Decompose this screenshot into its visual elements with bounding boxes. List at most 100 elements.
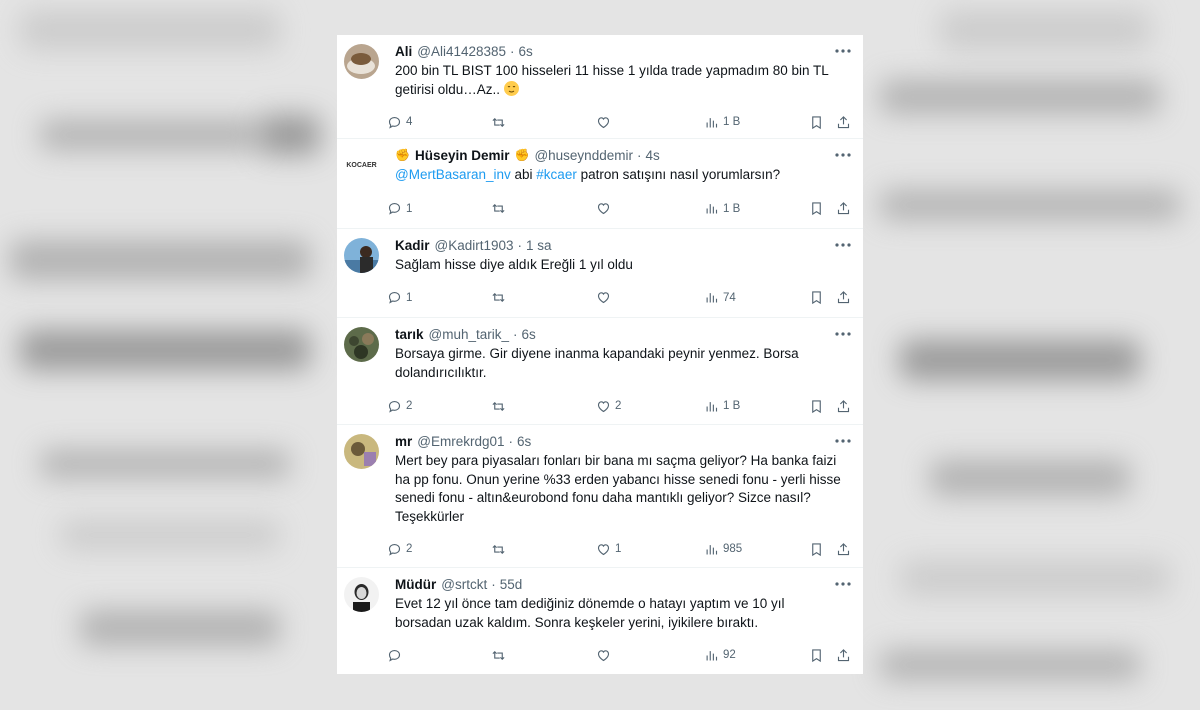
share-icon bbox=[837, 399, 850, 412]
like-button[interactable] bbox=[596, 290, 611, 305]
tweet-header: ✊ Hüseyin Demir ✊ @huseynddemir · 4s bbox=[395, 147, 849, 164]
action-bar: 1 74 bbox=[388, 287, 851, 309]
share-button[interactable] bbox=[836, 542, 851, 557]
user-handle[interactable]: @srtckt bbox=[441, 576, 487, 593]
tweet[interactable]: mr @Emrekrdg01 · 6s Mert bey para piyasa… bbox=[337, 425, 863, 568]
bookmark-icon bbox=[812, 202, 821, 216]
share-button[interactable] bbox=[836, 648, 851, 663]
display-name[interactable]: mr bbox=[395, 433, 412, 450]
views-icon bbox=[706, 544, 718, 554]
display-name[interactable]: Ali bbox=[395, 43, 412, 60]
more-icon[interactable] bbox=[835, 433, 851, 449]
user-handle[interactable]: @Emrekrdg01 bbox=[417, 433, 504, 450]
user-handle[interactable]: @Ali41428385 bbox=[417, 43, 506, 60]
share-button[interactable] bbox=[836, 115, 851, 130]
reply-button[interactable]: 2 bbox=[387, 542, 412, 557]
tweet-header: mr @Emrekrdg01 · 6s bbox=[395, 433, 849, 450]
retweet-icon bbox=[492, 203, 505, 214]
avatar[interactable] bbox=[344, 577, 379, 612]
more-icon[interactable] bbox=[835, 43, 851, 59]
tweet-header: tarık @muh_tarik_ · 6s bbox=[395, 326, 849, 343]
action-bar: 2 1 985 bbox=[388, 538, 851, 560]
retweet-button[interactable] bbox=[491, 648, 506, 663]
views-button[interactable]: 1 B bbox=[704, 115, 740, 130]
reply-button[interactable] bbox=[387, 648, 402, 663]
hashtag-link[interactable]: #kcaer bbox=[536, 167, 577, 182]
user-handle[interactable]: @Kadirt1903 bbox=[435, 237, 514, 254]
bookmark-button[interactable] bbox=[809, 201, 824, 216]
share-button[interactable] bbox=[836, 201, 851, 216]
display-name[interactable]: Hüseyin Demir bbox=[415, 147, 510, 164]
tweet[interactable]: tarık @muh_tarik_ · 6s Borsaya girme. Gi… bbox=[337, 318, 863, 425]
views-button[interactable]: 92 bbox=[704, 648, 736, 663]
avatar[interactable] bbox=[344, 238, 379, 273]
views-button[interactable]: 1 B bbox=[704, 399, 740, 414]
bookmark-button[interactable] bbox=[809, 648, 824, 663]
retweet-button[interactable] bbox=[491, 399, 506, 414]
tweet[interactable]: KOCAER ✊ Hüseyin Demir ✊ @huseynddemir ·… bbox=[337, 139, 863, 229]
like-button[interactable] bbox=[596, 648, 611, 663]
retweet-icon bbox=[492, 650, 505, 660]
bookmark-icon bbox=[812, 648, 821, 662]
user-handle[interactable]: @muh_tarik_ bbox=[429, 326, 510, 343]
like-button[interactable]: 2 bbox=[596, 399, 621, 414]
reply-count: 2 bbox=[406, 543, 413, 555]
display-name[interactable]: tarık bbox=[395, 326, 424, 343]
share-button[interactable] bbox=[836, 399, 851, 414]
reply-icon bbox=[388, 400, 401, 413]
tweet[interactable]: Ali @Ali41428385 · 6s 200 bin TL BIST 10… bbox=[337, 35, 863, 139]
separator: · bbox=[513, 327, 518, 342]
tweet[interactable]: Müdür @srtckt · 55d Evet 12 yıl önce tam… bbox=[337, 568, 863, 674]
retweet-icon bbox=[492, 117, 505, 127]
separator: · bbox=[491, 577, 496, 592]
share-icon bbox=[837, 542, 850, 555]
user-handle[interactable]: @huseynddemir bbox=[534, 147, 633, 164]
reply-button[interactable]: 4 bbox=[387, 115, 412, 130]
timestamp[interactable]: 6s bbox=[519, 43, 533, 60]
timestamp[interactable]: 4s bbox=[645, 147, 659, 164]
views-button[interactable]: 1 B bbox=[704, 201, 740, 216]
views-button[interactable]: 985 bbox=[704, 542, 742, 557]
mention-link[interactable]: @MertBasaran_inv bbox=[395, 167, 511, 182]
retweet-button[interactable] bbox=[491, 542, 506, 557]
reply-button[interactable]: 1 bbox=[387, 201, 412, 216]
timestamp[interactable]: 1 sa bbox=[526, 237, 552, 254]
more-icon[interactable] bbox=[835, 147, 851, 163]
separator: · bbox=[636, 148, 642, 163]
more-icon[interactable] bbox=[835, 237, 851, 253]
tweet-text: Mert bey para piyasaları fonları bir ban… bbox=[395, 453, 841, 524]
bookmark-button[interactable] bbox=[809, 542, 824, 557]
more-icon[interactable] bbox=[835, 326, 851, 342]
timestamp[interactable]: 6s bbox=[522, 326, 536, 343]
timestamp[interactable]: 55d bbox=[500, 576, 523, 593]
like-icon bbox=[597, 543, 610, 555]
like-button[interactable]: 1 bbox=[596, 542, 621, 557]
bookmark-button[interactable] bbox=[809, 399, 824, 414]
views-button[interactable]: 74 bbox=[704, 290, 736, 305]
reply-button[interactable]: 2 bbox=[387, 399, 412, 414]
more-icon[interactable] bbox=[835, 576, 851, 592]
avatar[interactable] bbox=[344, 44, 379, 79]
action-bar: 4 1 B bbox=[388, 111, 851, 133]
bookmark-icon bbox=[812, 399, 821, 413]
retweet-button[interactable] bbox=[491, 201, 506, 216]
avatar[interactable] bbox=[344, 434, 379, 469]
reply-count: 4 bbox=[406, 116, 413, 128]
separator: · bbox=[510, 44, 515, 59]
retweet-button[interactable] bbox=[491, 290, 506, 305]
reply-button[interactable]: 1 bbox=[387, 290, 412, 305]
display-name[interactable]: Kadir bbox=[395, 237, 430, 254]
bookmark-button[interactable] bbox=[809, 115, 824, 130]
bookmark-button[interactable] bbox=[809, 290, 824, 305]
display-name[interactable]: Müdür bbox=[395, 576, 436, 593]
tweet[interactable]: Kadir @Kadirt1903 · 1 sa Sağlam hisse di… bbox=[337, 229, 863, 318]
retweet-icon bbox=[492, 292, 505, 303]
timestamp[interactable]: 6s bbox=[517, 433, 531, 450]
avatar[interactable]: KOCAER bbox=[344, 148, 379, 183]
like-button[interactable] bbox=[596, 115, 611, 130]
avatar[interactable] bbox=[344, 327, 379, 362]
like-button[interactable] bbox=[596, 201, 611, 216]
reply-icon bbox=[388, 202, 401, 215]
share-button[interactable] bbox=[836, 290, 851, 305]
retweet-button[interactable] bbox=[491, 115, 506, 130]
